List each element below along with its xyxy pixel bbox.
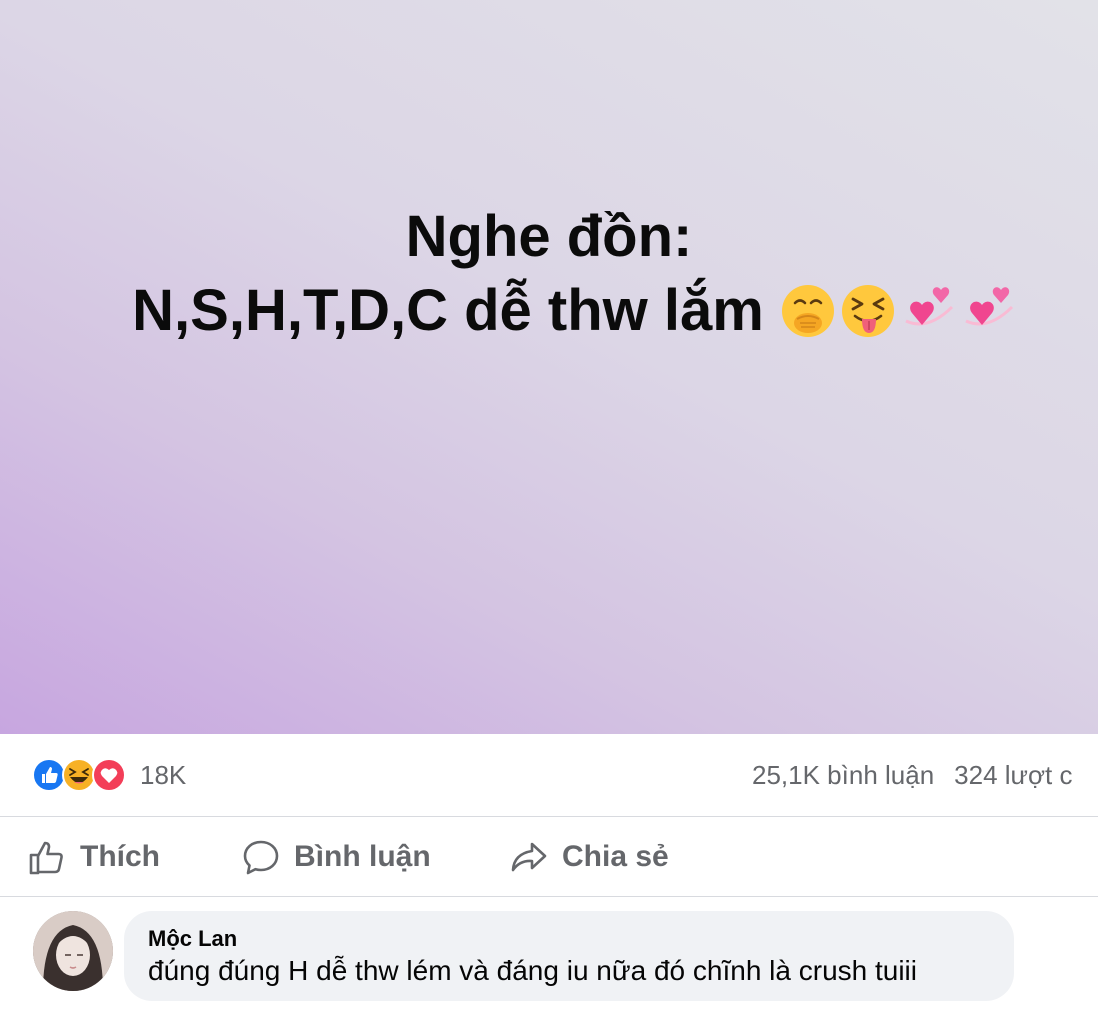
- avatar-image: [33, 911, 113, 991]
- comment-text: đúng đúng H dễ thw lém và đáng iu nữa đó…: [148, 955, 918, 986]
- post-text-line2-row: N,S,H,T,D,C dễ thw lắm: [0, 274, 1098, 348]
- share-label: Chia sẻ: [562, 839, 669, 873]
- comment-count[interactable]: 25,1K bình luận: [752, 760, 934, 791]
- comment-label: Bình luận: [294, 839, 431, 873]
- like-button[interactable]: Thích: [28, 817, 160, 896]
- share-count[interactable]: 324 lượt c: [954, 760, 1072, 791]
- post-background: Nghe đồn: N,S,H,T,D,C dễ thw lắm: [0, 0, 1098, 734]
- like-reaction-icon: [32, 758, 66, 792]
- reaction-icons[interactable]: [32, 758, 126, 792]
- thumbs-up-icon: [29, 841, 63, 874]
- comment-bubble: Mộc Lan đúng đúng H dễ thw lém và đáng i…: [124, 911, 1014, 1001]
- post-stats: 25,1K bình luận 324 lượt c: [752, 734, 1072, 816]
- post-text-line1: Nghe đồn:: [405, 204, 693, 269]
- action-bar: Thích Bình luận Chia sẻ: [0, 817, 1098, 896]
- reaction-count[interactable]: 18K: [140, 760, 186, 791]
- like-label: Thích: [80, 839, 160, 873]
- revolving-hearts-icon: [905, 287, 953, 326]
- comment-button[interactable]: Bình luận: [242, 817, 431, 896]
- squinting-face-with-tongue-icon: [841, 285, 894, 337]
- post-text-line2: N,S,H,T,D,C dễ thw lắm: [132, 278, 764, 343]
- haha-reaction-icon: [62, 758, 96, 792]
- avatar[interactable]: [33, 911, 113, 991]
- emoji-group: [780, 283, 1016, 339]
- love-reaction-icon: [92, 758, 126, 792]
- revolving-hearts-icon: [965, 287, 1013, 326]
- share-arrow-icon: [511, 842, 547, 871]
- share-button[interactable]: Chia sẻ: [510, 817, 669, 896]
- reactions-bar: 18K 25,1K bình luận 324 lượt c: [0, 734, 1098, 816]
- comment-item: Mộc Lan đúng đúng H dễ thw lém và đáng i…: [0, 897, 1098, 1011]
- comment-author[interactable]: Mộc Lan: [148, 925, 990, 953]
- post-text: Nghe đồn: N,S,H,T,D,C dễ thw lắm: [0, 200, 1098, 348]
- comment-icon: [243, 840, 279, 874]
- face-with-hand-over-mouth-icon: [781, 285, 834, 337]
